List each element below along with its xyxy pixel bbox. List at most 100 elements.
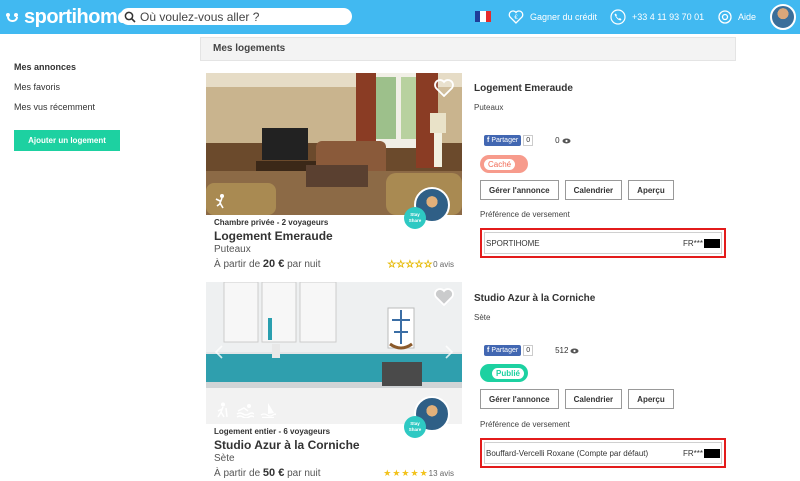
- review-count: 13 avis: [428, 468, 454, 478]
- swimming-activity-icon: [236, 404, 254, 418]
- star-empty-icon: ★: [405, 258, 414, 269]
- payout-account-select[interactable]: Bouffard-Vercelli Roxane (Compte par déf…: [480, 438, 726, 468]
- star-full-icon: ★: [383, 467, 392, 478]
- payout-account-select[interactable]: SPORTIHOME FR***: [480, 228, 726, 258]
- star-full-icon: ★: [401, 467, 410, 478]
- search-input[interactable]: [140, 9, 340, 24]
- listing-price-row: À partir de 20 € par nuit ★ ★ ★ ★ ★ 0 avis: [214, 258, 454, 270]
- rating-stars: ★ ★ ★ ★ ★ 13 avis: [383, 467, 454, 478]
- stay-share-badge: Stay Share: [404, 207, 426, 229]
- star-full-icon: ★: [392, 467, 401, 478]
- listing-title[interactable]: Studio Azur à la Corniche: [214, 438, 454, 453]
- view-count: 512: [555, 346, 579, 355]
- add-listing-button[interactable]: Ajouter un logement: [14, 130, 120, 151]
- star-empty-icon: ★: [387, 258, 396, 269]
- rating-stars: ★ ★ ★ ★ ★ 0 avis: [387, 258, 454, 269]
- share-count: 0: [523, 135, 534, 146]
- star-full-icon: ★: [419, 467, 428, 478]
- facebook-icon: f: [487, 347, 490, 354]
- payout-preference-label: Préférence de versement: [480, 420, 570, 429]
- detail-city: Sète: [474, 313, 491, 322]
- preview-button[interactable]: Aperçu: [628, 389, 674, 409]
- visibility-status: Publié: [491, 367, 524, 379]
- earn-credit-link[interactable]: € Gagner du crédit: [508, 8, 597, 26]
- visibility-toggle[interactable]: Publié: [480, 364, 528, 382]
- carousel-prev-icon[interactable]: [214, 344, 224, 360]
- payout-account-number: FR***: [682, 448, 703, 458]
- listing-detail-panel: Logement Emeraude Puteaux f Partager 0 0 …: [474, 83, 736, 273]
- listing-title[interactable]: Logement Emeraude: [214, 229, 454, 244]
- search-bar[interactable]: [120, 8, 352, 25]
- listing-price-row: À partir de 50 € par nuit ★ ★ ★ ★ ★ 13 avis: [214, 467, 454, 479]
- detail-title: Logement Emeraude: [474, 83, 573, 94]
- carousel-next-icon[interactable]: [444, 344, 454, 360]
- listing-price: À partir de 50 € par nuit: [214, 467, 321, 479]
- sidebar-item-favorites[interactable]: Mes favoris: [14, 82, 95, 102]
- redacted-block: [704, 238, 720, 248]
- user-avatar[interactable]: [770, 4, 796, 30]
- brand-name: sportihome: [24, 5, 128, 28]
- section-title: Mes logements: [200, 37, 736, 61]
- help-link[interactable]: Aide: [718, 8, 756, 26]
- payout-account-name: Bouffard-Vercelli Roxane (Compte par déf…: [486, 448, 649, 458]
- star-full-icon: ★: [410, 467, 419, 478]
- listing-price: À partir de 20 € par nuit: [214, 258, 321, 270]
- payout-account-name: SPORTIHOME: [486, 238, 540, 248]
- sidebar-item-my-listings[interactable]: Mes annonces: [14, 62, 95, 82]
- top-navigation-bar: sportihome € Gagner du crédit +33 4 11 9…: [0, 0, 800, 34]
- favorite-heart-icon[interactable]: [434, 79, 454, 97]
- view-count: 0: [555, 136, 571, 145]
- svg-text:€: €: [514, 15, 518, 21]
- listing-detail-panel: Studio Azur à la Corniche Sète f Partager…: [474, 293, 736, 473]
- activity-icons: [214, 193, 228, 209]
- detail-title: Studio Azur à la Corniche: [474, 293, 596, 304]
- star-empty-icon: ★: [414, 258, 424, 269]
- redacted-block: [704, 448, 720, 458]
- help-label: Aide: [738, 12, 757, 22]
- listing-actions: Gérer l'annonce Calendrier Aperçu: [480, 180, 674, 200]
- share-row: f Partager 0 0: [484, 135, 571, 146]
- payout-preference-label: Préférence de versement: [480, 210, 570, 219]
- payout-account-number: FR***: [682, 238, 703, 248]
- detail-city: Puteaux: [474, 103, 504, 112]
- activity-icons: [214, 402, 276, 418]
- phone-icon: [610, 9, 626, 25]
- star-empty-icon: ★: [396, 258, 405, 269]
- climbing-activity-icon: [215, 194, 224, 209]
- account-sidebar: Mes annonces Mes favoris Mes vus récemme…: [14, 62, 95, 122]
- sportihome-logo[interactable]: sportihome: [6, 6, 128, 28]
- phone-link[interactable]: +33 4 11 93 70 01: [610, 8, 704, 26]
- gift-heart-icon: €: [508, 10, 524, 24]
- share-row: f Partager 0 512: [484, 345, 579, 356]
- earn-credit-label: Gagner du crédit: [530, 12, 598, 22]
- listing-city: Sète: [214, 453, 235, 464]
- calendar-button[interactable]: Calendrier: [564, 389, 623, 409]
- facebook-icon: f: [487, 137, 490, 144]
- preview-button[interactable]: Aperçu: [628, 180, 674, 200]
- facebook-share-button[interactable]: f Partager: [484, 135, 522, 146]
- review-count: 0 avis: [433, 259, 454, 269]
- eye-icon: [562, 138, 571, 143]
- windsurf-activity-icon: [260, 403, 276, 418]
- share-count: 0: [523, 345, 534, 356]
- hiking-activity-icon: [217, 402, 228, 418]
- sidebar-item-recently-viewed[interactable]: Mes vus récemment: [14, 102, 95, 122]
- manage-listing-button[interactable]: Gérer l'annonce: [480, 180, 559, 200]
- language-flag-fr-icon[interactable]: [475, 11, 491, 22]
- listing-actions: Gérer l'annonce Calendrier Aperçu: [480, 389, 674, 409]
- help-lifebuoy-icon: [718, 10, 732, 24]
- manage-listing-button[interactable]: Gérer l'annonce: [480, 389, 559, 409]
- listing-card[interactable]: Stay Share Chambre privée - 2 voyageurs …: [206, 73, 462, 270]
- listing-city: Puteaux: [214, 244, 251, 255]
- eye-icon: [570, 348, 579, 353]
- listing-card[interactable]: Stay Share Logement entier - 6 voyageurs…: [206, 282, 462, 479]
- star-empty-icon: ★: [424, 258, 433, 269]
- visibility-status: Caché: [484, 158, 516, 170]
- facebook-share-button[interactable]: f Partager: [484, 345, 522, 356]
- visibility-toggle[interactable]: Caché: [480, 155, 528, 173]
- calendar-button[interactable]: Calendrier: [564, 180, 623, 200]
- favorite-heart-icon[interactable]: [434, 288, 454, 306]
- phone-number: +33 4 11 93 70 01: [632, 12, 705, 22]
- logo-icon: [6, 10, 20, 24]
- search-icon: [124, 11, 136, 23]
